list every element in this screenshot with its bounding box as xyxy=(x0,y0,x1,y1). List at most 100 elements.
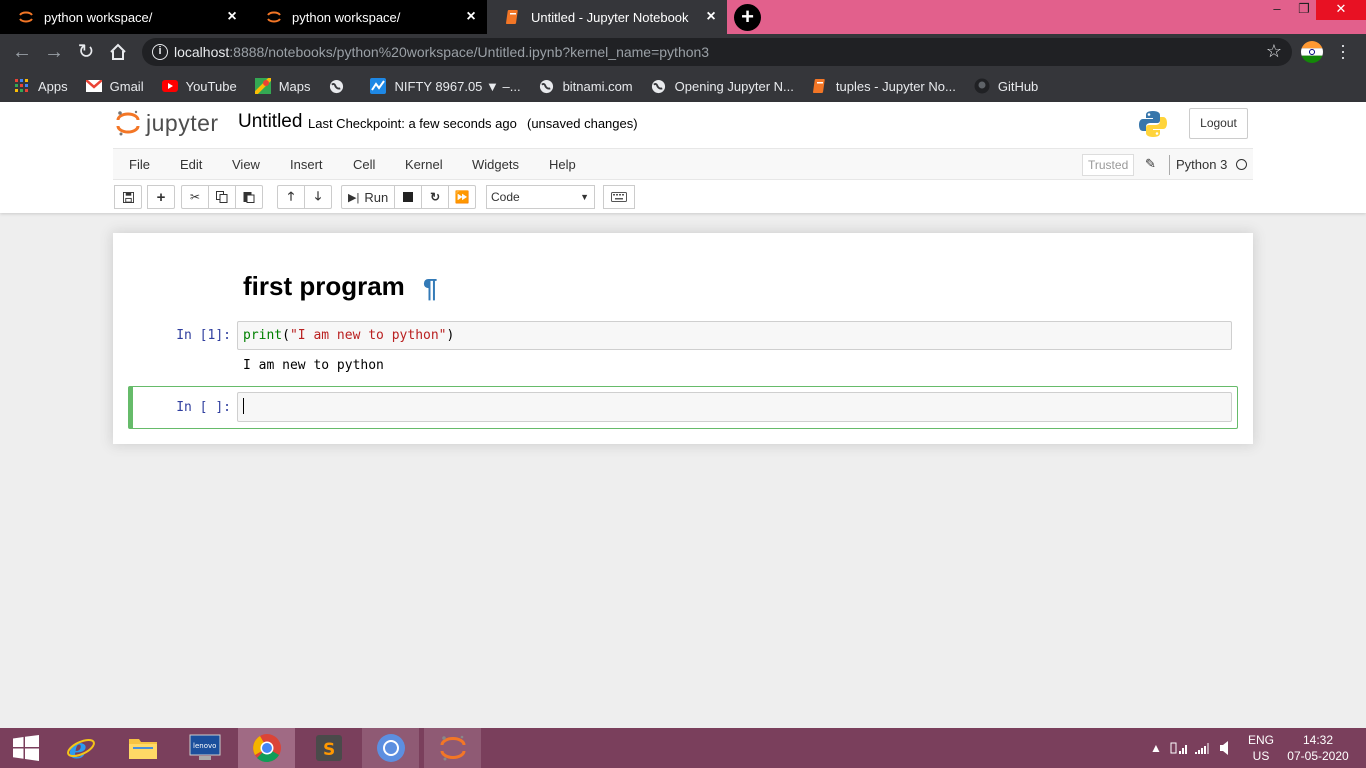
tab-close-icon[interactable]: × xyxy=(222,7,242,27)
tab-python-workspace-1[interactable]: python workspace/ × xyxy=(0,0,248,34)
kernel-separator xyxy=(1169,155,1170,175)
bookmark-nifty[interactable]: NIFTY 8967.05 ▼ –... xyxy=(370,78,521,94)
run-group: ▶︎| Run ↻ ⏩ xyxy=(341,185,477,209)
command-palette-keyboard-icon[interactable] xyxy=(603,185,635,209)
home-icon[interactable] xyxy=(106,40,130,64)
cut-icon[interactable]: ✂ xyxy=(181,185,209,209)
chrome-taskbar-icon[interactable] xyxy=(238,728,295,768)
interrupt-kernel-icon[interactable] xyxy=(394,185,423,209)
network-icon[interactable] xyxy=(1170,728,1188,768)
logout-button[interactable]: Logout xyxy=(1189,108,1248,139)
bookmark-star-icon[interactable]: ☆ xyxy=(1266,41,1282,62)
menu-insert[interactable]: Insert xyxy=(290,157,323,172)
menu-help[interactable]: Help xyxy=(549,157,576,172)
move-up-icon[interactable]: 🡑 xyxy=(277,185,305,209)
clock[interactable]: 14:32 07-05-2020 xyxy=(1286,732,1350,764)
menu-edit[interactable]: Edit xyxy=(180,157,202,172)
back-arrow-icon[interactable]: ← xyxy=(10,40,34,64)
svg-text:S: S xyxy=(323,740,335,760)
input-language[interactable]: ENG US xyxy=(1244,732,1278,764)
insert-group: + xyxy=(147,185,175,209)
browser-toolbar: ← → ↻ i localhost:8888/notebooks/python%… xyxy=(0,34,1366,70)
lenovo-app-icon[interactable]: lenovo xyxy=(176,728,233,768)
trusted-badge[interactable]: Trusted xyxy=(1082,154,1135,176)
restart-kernel-icon[interactable]: ↻ xyxy=(421,185,450,209)
unsaved-status: (unsaved changes) xyxy=(527,116,638,131)
paste-icon[interactable] xyxy=(235,185,263,209)
cell1-input-prompt: In [1]: xyxy=(176,328,231,343)
python-logo-icon xyxy=(1138,109,1168,142)
internet-explorer-icon[interactable]: e xyxy=(52,728,109,768)
step-forward-icon: ▶︎| xyxy=(348,191,360,204)
kernel-name[interactable]: Python 3 xyxy=(1176,157,1227,172)
jupyter-logo[interactable]: jupyter xyxy=(116,109,219,137)
site-info-icon[interactable]: i xyxy=(152,44,168,60)
tab-python-workspace-2[interactable]: python workspace/ × xyxy=(248,0,487,34)
notebook-name[interactable]: Untitled xyxy=(238,111,302,133)
menu-widgets[interactable]: Widgets xyxy=(472,157,519,172)
show-hidden-icons-icon[interactable]: ▲ xyxy=(1150,728,1162,768)
move-group: 🡑 🡓 xyxy=(277,185,332,209)
cell1-code-input[interactable]: print("I am new to python") xyxy=(237,321,1232,350)
volume-icon[interactable] xyxy=(1220,728,1232,768)
kernel-idle-indicator-icon xyxy=(1236,159,1247,170)
markdown-heading[interactable]: first program xyxy=(243,271,405,302)
new-tab-button[interactable]: + xyxy=(734,4,761,31)
globe-icon xyxy=(651,78,667,94)
jupyter-favicon-icon xyxy=(266,9,282,25)
bookmark-tuples[interactable]: tuples - Jupyter No... xyxy=(812,78,956,94)
menu-cell[interactable]: Cell xyxy=(353,157,375,172)
edit-pencil-icon[interactable]: ✎ xyxy=(1145,156,1156,172)
address-bar[interactable]: i localhost:8888/notebooks/python%20work… xyxy=(142,38,1292,66)
minimize-window-icon[interactable]: – xyxy=(1262,0,1292,20)
copy-icon[interactable] xyxy=(208,185,236,209)
bookmark-bitnami[interactable]: bitnami.com xyxy=(539,78,633,94)
move-down-icon[interactable]: 🡓 xyxy=(304,185,332,209)
close-window-icon[interactable]: ✕ xyxy=(1316,0,1366,20)
globe-icon xyxy=(328,78,344,94)
restart-run-all-icon[interactable]: ⏩ xyxy=(448,185,477,209)
file-explorer-icon[interactable] xyxy=(114,728,171,768)
svg-text:lenovo: lenovo xyxy=(193,742,216,750)
profile-avatar[interactable] xyxy=(1301,41,1323,63)
sublime-text-icon[interactable]: S xyxy=(300,728,357,768)
bookmark-globe[interactable] xyxy=(328,78,352,94)
text-cursor xyxy=(243,398,244,414)
save-icon[interactable] xyxy=(114,185,142,209)
bookmark-opening-jupyter[interactable]: Opening Jupyter N... xyxy=(651,78,794,94)
tab-strip: python workspace/ × python workspace/ × … xyxy=(0,0,1366,34)
windows-start-icon[interactable] xyxy=(0,728,52,768)
menu-file[interactable]: File xyxy=(129,157,150,172)
chrome-alt-taskbar-icon[interactable] xyxy=(362,728,419,768)
jupyter-favicon-icon xyxy=(18,9,34,25)
url-text: localhost:8888/notebooks/python%20worksp… xyxy=(174,44,710,60)
jupyter-taskbar-icon[interactable] xyxy=(424,728,481,768)
forward-arrow-icon[interactable]: → xyxy=(42,40,66,64)
windows-taskbar: e lenovo S ▲ ENG US 14:32 07-05-2020 xyxy=(0,728,1366,768)
chrome-menu-icon[interactable]: · · · xyxy=(1338,36,1348,66)
restore-window-icon[interactable]: ❐ xyxy=(1292,0,1316,20)
bookmark-gmail[interactable]: Gmail xyxy=(85,78,144,94)
tab-close-icon[interactable]: × xyxy=(461,7,481,27)
bookmark-maps[interactable]: Maps xyxy=(254,78,310,94)
notebook-icon xyxy=(812,78,828,94)
tab-untitled-notebook[interactable]: Untitled - Jupyter Notebook × xyxy=(487,0,727,34)
wifi-signal-icon[interactable] xyxy=(1195,728,1211,768)
save-group xyxy=(114,185,142,209)
tab-close-icon[interactable]: × xyxy=(701,7,721,27)
reload-icon[interactable]: ↻ xyxy=(74,40,98,64)
menu-kernel[interactable]: Kernel xyxy=(405,157,443,172)
run-button[interactable]: ▶︎| Run xyxy=(341,185,396,209)
menu-view[interactable]: View xyxy=(232,157,260,172)
add-cell-icon[interactable]: + xyxy=(147,185,175,209)
bookmark-apps[interactable]: Apps xyxy=(14,78,68,94)
bookmark-github[interactable]: GitHub xyxy=(974,78,1038,94)
cell-type-select[interactable]: Code ▼ xyxy=(486,185,595,209)
bookmark-youtube[interactable]: YouTube xyxy=(161,78,237,94)
jupyter-logo-icon xyxy=(116,110,140,136)
maps-icon xyxy=(254,78,271,94)
heading-anchor-link[interactable]: ¶ xyxy=(423,273,437,304)
dropdown-caret-icon: ▼ xyxy=(580,192,589,202)
cell1-output: I am new to python xyxy=(243,358,384,373)
cell2-code-input[interactable] xyxy=(237,392,1232,422)
